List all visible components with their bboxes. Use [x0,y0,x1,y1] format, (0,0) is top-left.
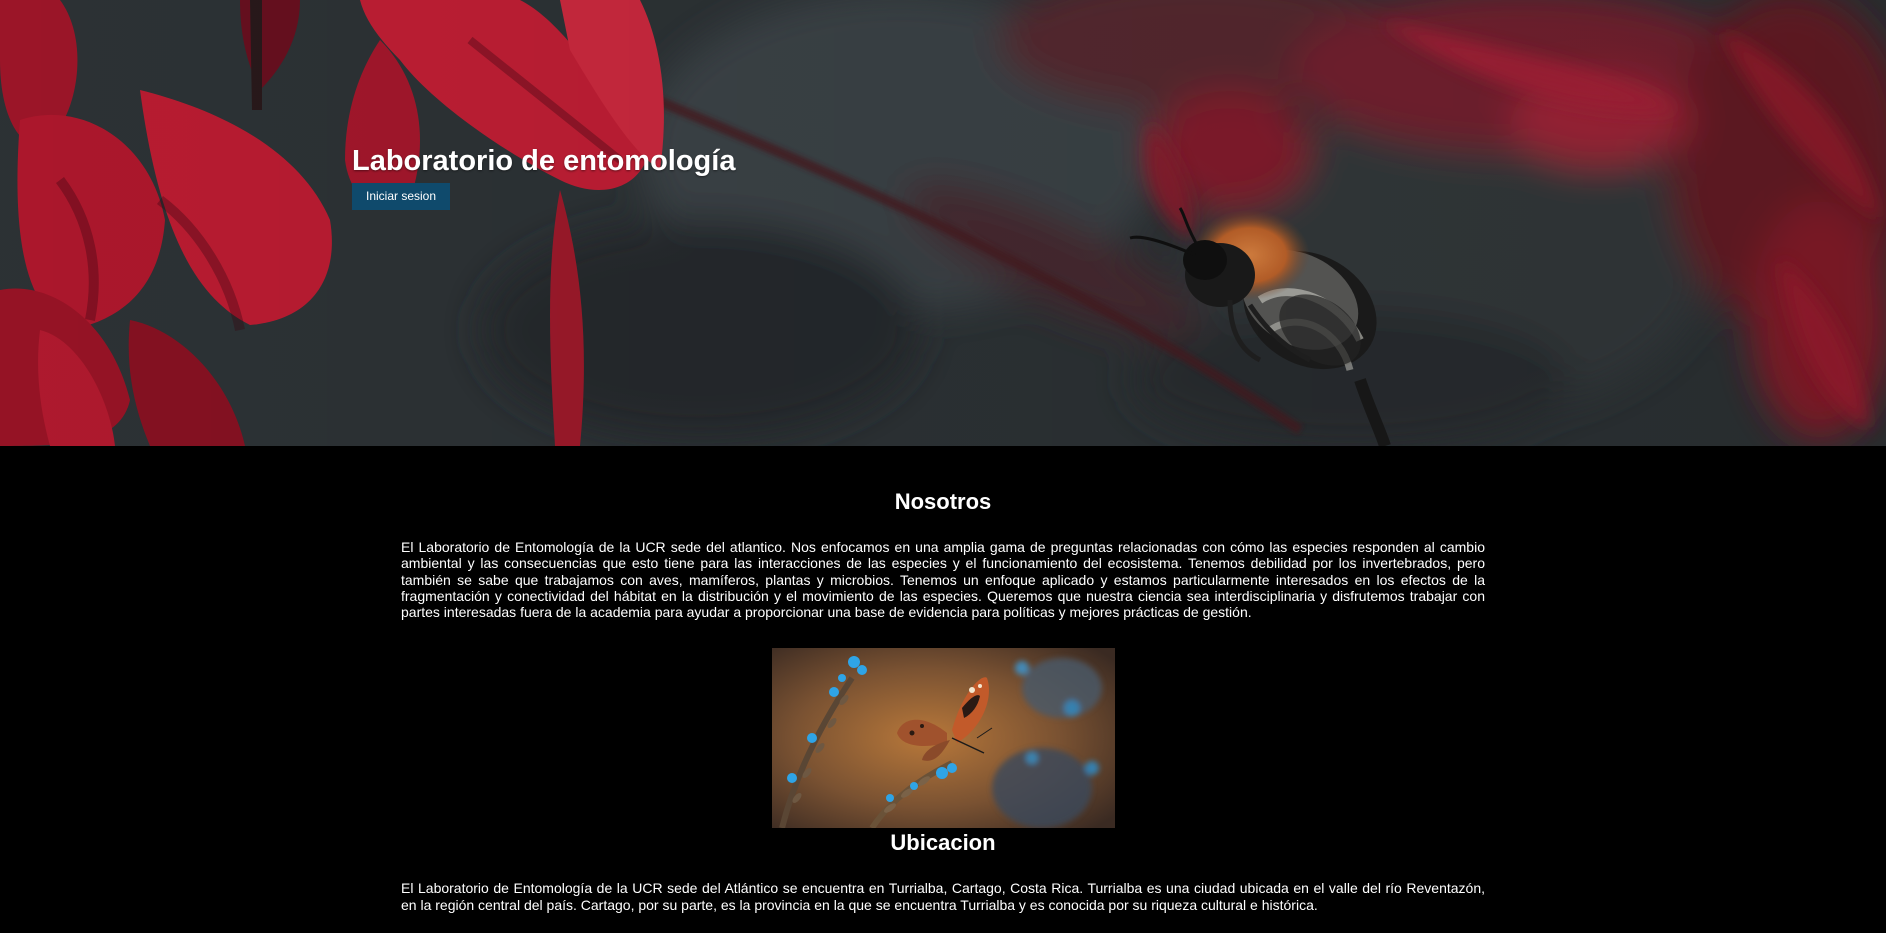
about-section: Nosotros El Laboratorio de Entomología d… [0,446,1886,829]
location-section: Ubicacion El Laboratorio de Entomología … [0,828,1886,913]
about-title: Nosotros [894,489,992,514]
location-title: Ubicacion [890,830,996,856]
butterfly-image [771,648,1115,829]
about-text: El Laboratorio de Entomología de la UCR … [401,539,1485,621]
hero-background-image [0,0,1886,446]
login-button[interactable]: Iniciar sesion [352,183,451,210]
page-title: Laboratorio de entomología [352,145,736,177]
main-content: Nosotros El Laboratorio de Entomología d… [0,446,1886,914]
hero-banner: Laboratorio de entomología Iniciar sesio… [0,0,1886,446]
hero-content: Laboratorio de entomología Iniciar sesio… [352,141,735,210]
location-text: El Laboratorio de Entomología de la UCR … [401,880,1485,913]
